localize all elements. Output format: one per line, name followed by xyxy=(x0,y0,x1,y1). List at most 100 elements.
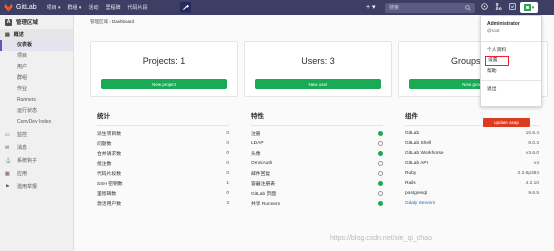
issues-icon[interactable] xyxy=(481,3,488,10)
sidebar-item-applications[interactable]: ▦ 应用 xyxy=(0,167,73,180)
sidebar-item-users[interactable]: 用户 xyxy=(0,62,73,73)
stat-row: 里程碑数 0 xyxy=(97,188,229,198)
status-dot-icon xyxy=(378,180,383,186)
stat-label: 问题数 xyxy=(97,141,112,147)
stat-row: 激活用户数 3 xyxy=(97,198,229,208)
sidebar-item-dashboard[interactable]: 仪表板 xyxy=(0,40,73,51)
component-row: Rails 4.2.10 xyxy=(405,178,539,188)
feature-label: 注册 xyxy=(251,131,261,137)
component-version: 10.5.4 xyxy=(525,130,539,136)
divider xyxy=(481,41,541,42)
feature-label: 头像 xyxy=(251,151,261,157)
nav-snippets[interactable]: 代码片段 xyxy=(127,4,147,11)
component-label: postgresql xyxy=(405,190,428,196)
sidebar-item-label: 系统钩子 xyxy=(17,158,38,164)
sidebar-header[interactable]: A 管理区域 xyxy=(0,15,73,29)
nav-groups[interactable]: 群组 ▾ xyxy=(68,4,82,11)
stat-label: 批注数 xyxy=(97,161,112,167)
sidebar-item-monitoring[interactable]: ▭ 监控 xyxy=(0,128,73,141)
sidebar-item-messages[interactable]: ✉ 消息 xyxy=(0,141,73,154)
status-dot-icon xyxy=(378,160,383,166)
component-label: GitLab xyxy=(405,130,420,136)
settings-menu-item[interactable]: 设置 xyxy=(485,56,509,66)
component-version: v4 xyxy=(533,160,539,166)
update-asap-badge[interactable]: update asap xyxy=(483,118,530,127)
status-dot-icon xyxy=(378,190,383,196)
stat-label: 里程碑数 xyxy=(97,191,117,197)
new-project-button[interactable]: New project xyxy=(101,79,227,89)
sidebar-item-health[interactable]: 运行状态 xyxy=(0,106,73,117)
admin-area-button[interactable] xyxy=(180,2,191,13)
feature-row: 注册 xyxy=(251,128,383,138)
statistics-title: 统计 xyxy=(97,113,110,120)
search-input[interactable]: 搜索 xyxy=(385,2,475,13)
stat-value: 0 xyxy=(226,150,229,156)
new-user-button[interactable]: New user xyxy=(255,79,381,89)
stat-label: 代码片段数 xyxy=(97,171,121,177)
stat-value: 3 xyxy=(226,200,229,206)
feature-row: GitLab 页面 xyxy=(251,188,383,198)
feature-label: 容器注册表 xyxy=(251,181,275,187)
gitaly-servers-link[interactable]: Gitaly Servers xyxy=(405,201,435,206)
component-label: GitLab Shell xyxy=(405,140,432,146)
stat-label: 激活用户数 xyxy=(97,201,121,207)
stat-row: 批注数 0 xyxy=(97,158,229,168)
sidebar-item-projects[interactable]: 项目 xyxy=(0,51,73,62)
sidebar-item-convdev[interactable]: ConvDev Index xyxy=(0,117,73,128)
sign-out-menu-item[interactable]: 退出 xyxy=(481,84,541,95)
stat-value: 1 xyxy=(226,180,229,186)
breadcrumb-parent[interactable]: 管理区域 xyxy=(90,19,108,24)
sidebar-item-label: 应用 xyxy=(17,171,28,177)
admin-avatar-icon: A xyxy=(5,18,12,26)
sidebar: A 管理区域 ▤ 概述 仪表板 项目 用户 群组 作业 Runners 运行状态… xyxy=(0,15,74,251)
sidebar-item-abuse-reports[interactable]: ⚑ 滥用举报 xyxy=(0,180,73,193)
component-label: Rails xyxy=(405,180,416,186)
feature-row: 邮件回复 xyxy=(251,168,383,178)
component-label: GitLab API xyxy=(405,160,428,166)
watermark: https://blog.csdn.net/xie_qi_chao xyxy=(330,235,432,242)
nav-projects[interactable]: 项目 ▾ xyxy=(47,4,61,11)
component-row: GitLab Workhorse v3.6.0 xyxy=(405,148,539,158)
component-version: 4.2.10 xyxy=(525,180,539,186)
status-dot-icon xyxy=(378,140,383,146)
stat-value: 0 xyxy=(226,190,229,196)
nav-menu: 项目 ▾ 群组 ▾ 活动 里程碑 代码片段 xyxy=(47,4,148,11)
help-menu-item[interactable]: 帮助 xyxy=(481,66,541,77)
sidebar-item-jobs[interactable]: 作业 xyxy=(0,84,73,95)
nav-icons xyxy=(481,3,516,10)
sidebar-item-runners[interactable]: Runners xyxy=(0,95,73,106)
component-row: GitLab 10.5.4 xyxy=(405,128,539,138)
divider xyxy=(97,125,229,126)
status-dot-icon xyxy=(378,130,383,136)
component-version: 9.6.5 xyxy=(528,190,539,196)
nav-activity[interactable]: 活动 xyxy=(88,4,98,11)
merge-requests-icon[interactable] xyxy=(495,3,502,10)
stat-label: 派生项目数 xyxy=(97,131,121,137)
status-dot-icon xyxy=(378,200,383,206)
dropdown-username: @root xyxy=(487,28,500,33)
user-avatar-button[interactable]: ▾ xyxy=(520,2,538,13)
breadcrumb: 管理区域 › Dashboard xyxy=(90,19,134,25)
sidebar-section-overview[interactable]: ▤ 概述 xyxy=(0,29,73,40)
nav-milestones[interactable]: 里程碑 xyxy=(105,4,120,11)
gitlab-logo-icon[interactable] xyxy=(4,3,13,12)
stat-value: 0 xyxy=(226,140,229,146)
avatar xyxy=(523,4,531,11)
profile-menu-item[interactable]: 个人资料 xyxy=(481,45,541,56)
sidebar-section-label: 概述 xyxy=(13,32,24,38)
sidebar-item-system-hooks[interactable]: ⚓ 系统钩子 xyxy=(0,154,73,167)
breadcrumb-current[interactable]: Dashboard xyxy=(112,19,134,24)
status-dot-icon xyxy=(378,150,383,156)
new-dropdown-button[interactable]: + ▾ xyxy=(366,3,376,11)
brand-name[interactable]: GitLab xyxy=(16,4,37,11)
users-count: Users: 3 xyxy=(301,56,335,66)
projects-count: Projects: 1 xyxy=(142,56,186,66)
feature-row: LDAP xyxy=(251,138,383,148)
stat-row: 问题数 0 xyxy=(97,138,229,148)
sidebar-item-groups[interactable]: 群组 xyxy=(0,73,73,84)
todos-icon[interactable] xyxy=(509,3,516,10)
component-row: postgresql 9.6.5 xyxy=(405,188,539,198)
stat-label: 合并请求数 xyxy=(97,151,121,157)
search-placeholder: 搜索 xyxy=(389,5,400,11)
chevron-down-icon: ▾ xyxy=(531,4,535,11)
